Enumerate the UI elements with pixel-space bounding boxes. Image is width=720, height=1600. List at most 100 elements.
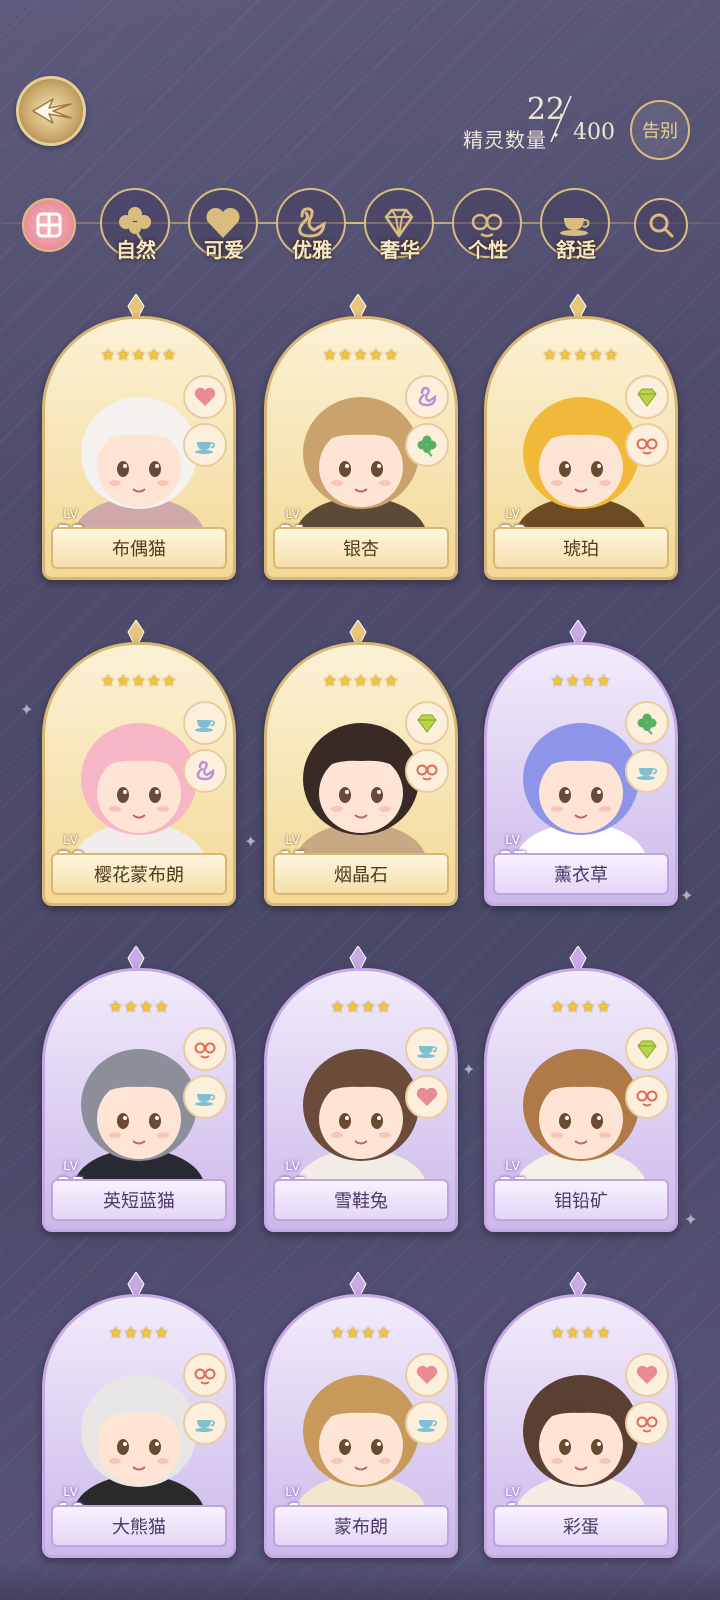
search-icon <box>649 213 674 238</box>
search-button[interactable] <box>634 198 688 252</box>
svg-text:✦: ✦ <box>552 131 560 141</box>
teacup-icon <box>195 442 215 454</box>
heart-icon <box>416 1087 438 1106</box>
teacup-icon <box>195 1094 215 1106</box>
spirit-count-total: 400 <box>573 120 615 145</box>
heart-icon <box>416 1365 438 1384</box>
spirit-card[interactable]: ★★★★★ LV 31 银杏 <box>264 294 458 580</box>
trait-badge <box>183 375 227 419</box>
back-button[interactable] <box>16 76 86 146</box>
card-frame: ★★★★ LV 1 彩蛋 <box>484 1294 678 1558</box>
swan-icon <box>418 386 437 407</box>
spirit-card[interactable]: ★★★★★ LV 20 樱花蒙布 <box>42 620 236 906</box>
rarity-stars: ★★★★★ <box>322 671 400 690</box>
trait-badge <box>183 1027 227 1071</box>
filter-luxury[interactable]: 奢华 <box>364 188 436 262</box>
trait-badge <box>625 423 669 467</box>
teacup-icon <box>195 1420 215 1432</box>
filter-comfort-label: 舒适 <box>556 238 596 262</box>
spirit-name: 布偶猫 <box>51 527 227 569</box>
level-label: LV <box>505 833 521 847</box>
slash-divider-icon: ✦ <box>550 95 572 143</box>
teacup-icon <box>195 720 215 732</box>
rarity-stars: ★★★★ <box>550 1323 612 1342</box>
trait-badge <box>405 1075 449 1119</box>
rarity-stars: ★★★★ <box>108 1323 170 1342</box>
trait-badge <box>625 1401 669 1445</box>
diamond-icon <box>637 388 657 407</box>
spirit-card[interactable]: ★★★★★ LV 15 烟晶石 <box>264 620 458 906</box>
rarity-stars: ★★★★ <box>550 671 612 690</box>
gift-grid-icon <box>36 212 62 238</box>
filter-nature[interactable]: 自然 <box>100 188 172 262</box>
trait-badge <box>405 1401 449 1445</box>
spirit-name: 琥珀 <box>493 527 669 569</box>
spirit-card[interactable]: ★★★★ LV 6 蒙布朗 <box>264 1272 458 1558</box>
spirit-name: 彩蛋 <box>493 1505 669 1547</box>
rarity-stars: ★★★★★ <box>542 345 620 364</box>
card-frame: ★★★★ LV 6 蒙布朗 <box>264 1294 458 1558</box>
spirit-card[interactable]: ★★★★ LV 27 薰衣草 <box>484 620 678 906</box>
spirit-card[interactable]: ★★★★ LV 1 彩蛋 <box>484 1272 678 1558</box>
card-frame: ★★★★ LV 25 英短蓝猫 <box>42 968 236 1232</box>
spirit-card[interactable]: ★★★★ LV 25 钼铅矿 <box>484 946 678 1232</box>
trait-badge <box>625 1027 669 1071</box>
heart-icon <box>636 1365 658 1384</box>
spirit-card[interactable]: ★★★★ LV 25 雪鞋兔 <box>264 946 458 1232</box>
filter-cute[interactable]: 可爱 <box>188 188 260 262</box>
rarity-stars: ★★★★ <box>330 1323 392 1342</box>
level-label: LV <box>285 1485 301 1499</box>
spirit-name: 蒙布朗 <box>273 1505 449 1547</box>
teacup-icon <box>417 1046 437 1058</box>
filter-all-button[interactable] <box>22 198 76 252</box>
filter-comfort[interactable]: 舒适 <box>540 188 612 262</box>
diamond-icon <box>637 1040 657 1059</box>
teacup-icon <box>417 1420 437 1432</box>
trait-badge <box>405 1353 449 1397</box>
bottom-fade <box>0 1560 720 1600</box>
level-label: LV <box>505 1159 521 1173</box>
card-frame: ★★★★ LV 10 大熊猫 <box>42 1294 236 1558</box>
glasses-face-icon <box>636 438 658 455</box>
spirit-name: 钼铅矿 <box>493 1179 669 1221</box>
sparkle-icon: ✦ <box>462 1060 476 1079</box>
card-frame: ★★★★★ LV 22 琥珀 <box>484 316 678 580</box>
spirit-card[interactable]: ★★★★★ LV 22 琥珀 <box>484 294 678 580</box>
trait-badge <box>183 1401 227 1445</box>
spirit-card[interactable]: ★★★★★ LV 33 布偶猫 <box>42 294 236 580</box>
spirit-card[interactable]: ★★★★ LV 10 大熊猫 <box>42 1272 236 1558</box>
trait-badge <box>405 749 449 793</box>
teacup-icon <box>637 768 657 780</box>
spirit-card[interactable]: ★★★★ LV 25 英短蓝猫 <box>42 946 236 1232</box>
farewell-button[interactable]: 告别 <box>630 100 690 160</box>
heart-icon <box>194 387 216 406</box>
filter-cute-label: 可爱 <box>204 238 244 262</box>
glasses-face-icon <box>636 1416 658 1433</box>
glasses-face-icon <box>194 1368 216 1385</box>
card-frame: ★★★★★ LV 20 樱花蒙布 <box>42 642 236 906</box>
trait-badge <box>183 701 227 745</box>
card-frame: ★★★★★ LV 31 银杏 <box>264 316 458 580</box>
swan-icon <box>196 760 215 781</box>
sparkle-icon: ✦ <box>684 1210 698 1229</box>
trait-badge <box>625 749 669 793</box>
level-label: LV <box>63 507 79 521</box>
card-frame: ★★★★★ LV 33 布偶猫 <box>42 316 236 580</box>
clover-icon <box>417 435 437 457</box>
sparkle-icon: ✦ <box>244 832 258 851</box>
filter-personality-label: 个性 <box>468 238 508 262</box>
spirit-count-label: 精灵数量 <box>463 128 547 152</box>
card-frame: ★★★★ LV 25 钼铅矿 <box>484 968 678 1232</box>
clover-icon <box>637 713 657 735</box>
trait-badge <box>183 1353 227 1397</box>
spirit-name: 薰衣草 <box>493 853 669 895</box>
glasses-face-icon <box>636 1090 658 1107</box>
level-label: LV <box>63 833 79 847</box>
spirit-name: 樱花蒙布朗 <box>51 853 227 895</box>
filter-elegant[interactable]: 优雅 <box>276 188 348 262</box>
filter-luxury-label: 奢华 <box>380 238 420 262</box>
trait-badge <box>183 423 227 467</box>
level-label: LV <box>63 1159 79 1173</box>
glasses-face-icon <box>194 1042 216 1059</box>
filter-personality[interactable]: 个性 <box>452 188 524 262</box>
